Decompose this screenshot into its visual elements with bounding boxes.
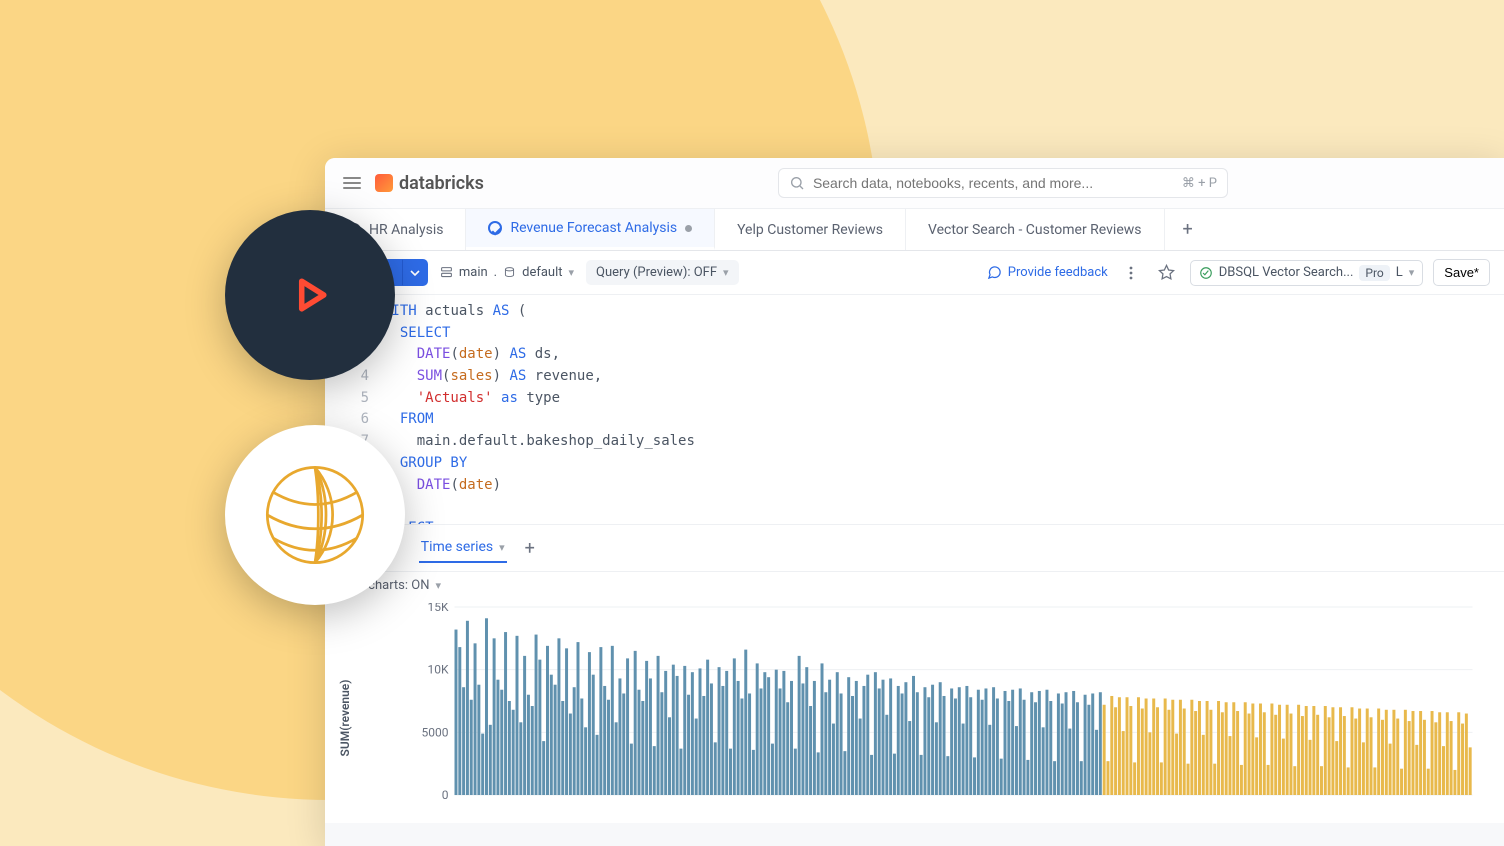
search-box[interactable]: ⌘ + P — [778, 168, 1228, 198]
chevron-down-icon: ▾ — [569, 266, 575, 279]
tab-yelp-reviews[interactable]: Yelp Customer Reviews — [715, 209, 906, 250]
globe-overlay-badge — [225, 425, 405, 605]
results-tab-timeseries[interactable]: Time series ▾ — [419, 533, 507, 563]
compute-name: DBSQL Vector Search... — [1219, 265, 1354, 280]
topbar: databricks ⌘ + P — [325, 158, 1504, 208]
tab-strip: HR Analysis Revenue Forecast Analysis Ye… — [325, 208, 1504, 251]
compute-badge: Pro — [1359, 265, 1389, 281]
tab-label: Vector Search - Customer Reviews — [928, 222, 1142, 238]
brand-text: databricks — [399, 173, 484, 194]
chevron-down-icon: ▾ — [723, 266, 729, 279]
tab-vector-search[interactable]: Vector Search - Customer Reviews — [906, 209, 1165, 250]
tab-label: Revenue Forecast Analysis — [510, 220, 677, 236]
chat-icon — [987, 265, 1002, 280]
timeseries-tab-label: Time series — [421, 539, 493, 555]
chart-container: SUM(revenue) 0 5000 10K 15K — [325, 599, 1504, 823]
feedback-label: Provide feedback — [1008, 265, 1108, 280]
chevron-down-icon: ▾ — [435, 579, 441, 592]
svg-text:10K: 10K — [427, 663, 448, 677]
check-circle-icon — [488, 221, 502, 235]
chevron-down-icon — [410, 268, 420, 278]
search-shortcut: ⌘ + P — [1182, 176, 1217, 191]
app-window: databricks ⌘ + P HR Analysis Revenue For… — [325, 158, 1504, 846]
tab-revenue-forecast[interactable]: Revenue Forecast Analysis — [466, 209, 715, 250]
star-icon — [1158, 264, 1175, 281]
schema-label: default — [522, 265, 562, 280]
svg-text:15K: 15K — [427, 603, 448, 614]
provide-feedback-link[interactable]: Provide feedback — [987, 265, 1108, 280]
compute-size: L — [1396, 265, 1403, 280]
kebab-icon — [1123, 265, 1139, 281]
query-preview-toggle[interactable]: Query (Preview): OFF ▾ — [586, 260, 739, 285]
catalog-selector[interactable]: main . default ▾ — [438, 261, 576, 284]
save-button[interactable]: Save* — [1433, 259, 1490, 286]
code-content[interactable]: WITH actuals AS ( SELECT DATE(date) AS d… — [379, 295, 695, 524]
more-menu-button[interactable] — [1118, 260, 1144, 286]
chevron-down-icon: ▾ — [1409, 266, 1415, 279]
brand-logo-icon — [375, 174, 393, 192]
search-icon — [789, 175, 805, 191]
y-axis-label: SUM(revenue) — [338, 680, 352, 757]
run-dropdown-button[interactable] — [402, 259, 428, 286]
check-circle-icon — [1199, 266, 1213, 280]
svg-text:5000: 5000 — [422, 725, 449, 739]
catalog-icon — [440, 266, 453, 279]
sql-editor[interactable]: 1234567891011121314 WITH actuals AS ( SE… — [325, 295, 1504, 525]
unsaved-dot-icon — [685, 225, 692, 232]
play-overlay-badge[interactable] — [225, 210, 395, 380]
brand[interactable]: databricks — [375, 173, 484, 194]
schema-icon — [503, 266, 516, 279]
svg-text:0: 0 — [442, 788, 449, 802]
search-input[interactable] — [813, 175, 1174, 191]
editor-toolbar: Run main . default ▾ Query (Preview): OF… — [325, 251, 1504, 295]
globe-icon — [260, 460, 370, 570]
menu-icon[interactable] — [343, 177, 361, 189]
catalog-label: main — [459, 265, 488, 280]
revenue-chart[interactable]: 0 5000 10K 15K — [395, 603, 1490, 813]
add-tab-button[interactable]: + — [1165, 209, 1211, 250]
compute-selector[interactable]: DBSQL Vector Search... Pro L ▾ — [1190, 260, 1424, 286]
new-charts-toggle[interactable]: New charts: ON ▾ — [325, 572, 1504, 599]
save-label: Save* — [1444, 265, 1479, 280]
tab-label: Yelp Customer Reviews — [737, 222, 883, 238]
query-toggle-label: Query (Preview): OFF — [596, 265, 717, 280]
play-icon — [287, 272, 333, 318]
favorite-button[interactable] — [1154, 260, 1180, 286]
tab-label: HR Analysis — [369, 222, 443, 238]
add-visualization-button[interactable]: + — [525, 538, 535, 559]
chevron-down-icon: ▾ — [499, 541, 505, 554]
results-tab-bar: Results ▾ Time series ▾ + — [325, 525, 1504, 572]
